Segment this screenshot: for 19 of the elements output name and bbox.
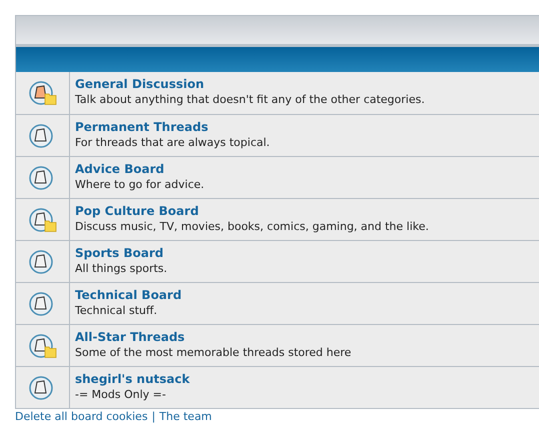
forum-description: Technical stuff. bbox=[75, 303, 158, 318]
forum-link[interactable]: Advice Board bbox=[75, 162, 204, 177]
forum-description: Some of the most memorable threads stored here bbox=[75, 345, 352, 360]
forum-link[interactable]: All-Star Threads bbox=[75, 330, 352, 345]
footer-link[interactable]: The team bbox=[159, 410, 212, 423]
forum-link[interactable]: Sports Board bbox=[75, 246, 168, 261]
forum-description: -= Mods Only =- bbox=[75, 387, 167, 402]
link-separator: | bbox=[152, 410, 156, 423]
forum-link[interactable]: Pop Culture Board bbox=[75, 204, 429, 219]
forum-description: For threads that are always topical. bbox=[75, 135, 270, 150]
footer-link[interactable]: Delete all board cookies bbox=[15, 410, 148, 423]
forum-description: All things sports. bbox=[75, 261, 168, 276]
forum-link[interactable]: General Discussion bbox=[75, 77, 425, 92]
forum-description: Where to go for advice. bbox=[75, 177, 204, 192]
forum-description: Discuss music, TV, movies, books, comics, gaming, and the like. bbox=[75, 219, 429, 234]
forum-link[interactable]: shegirl's nutsack bbox=[75, 372, 190, 387]
forum-link[interactable]: Permanent Threads bbox=[75, 120, 270, 135]
forum-description: Talk about anything that doesn't fit any of the other categories. bbox=[75, 92, 425, 107]
forum-link[interactable]: Technical Board bbox=[75, 288, 182, 303]
